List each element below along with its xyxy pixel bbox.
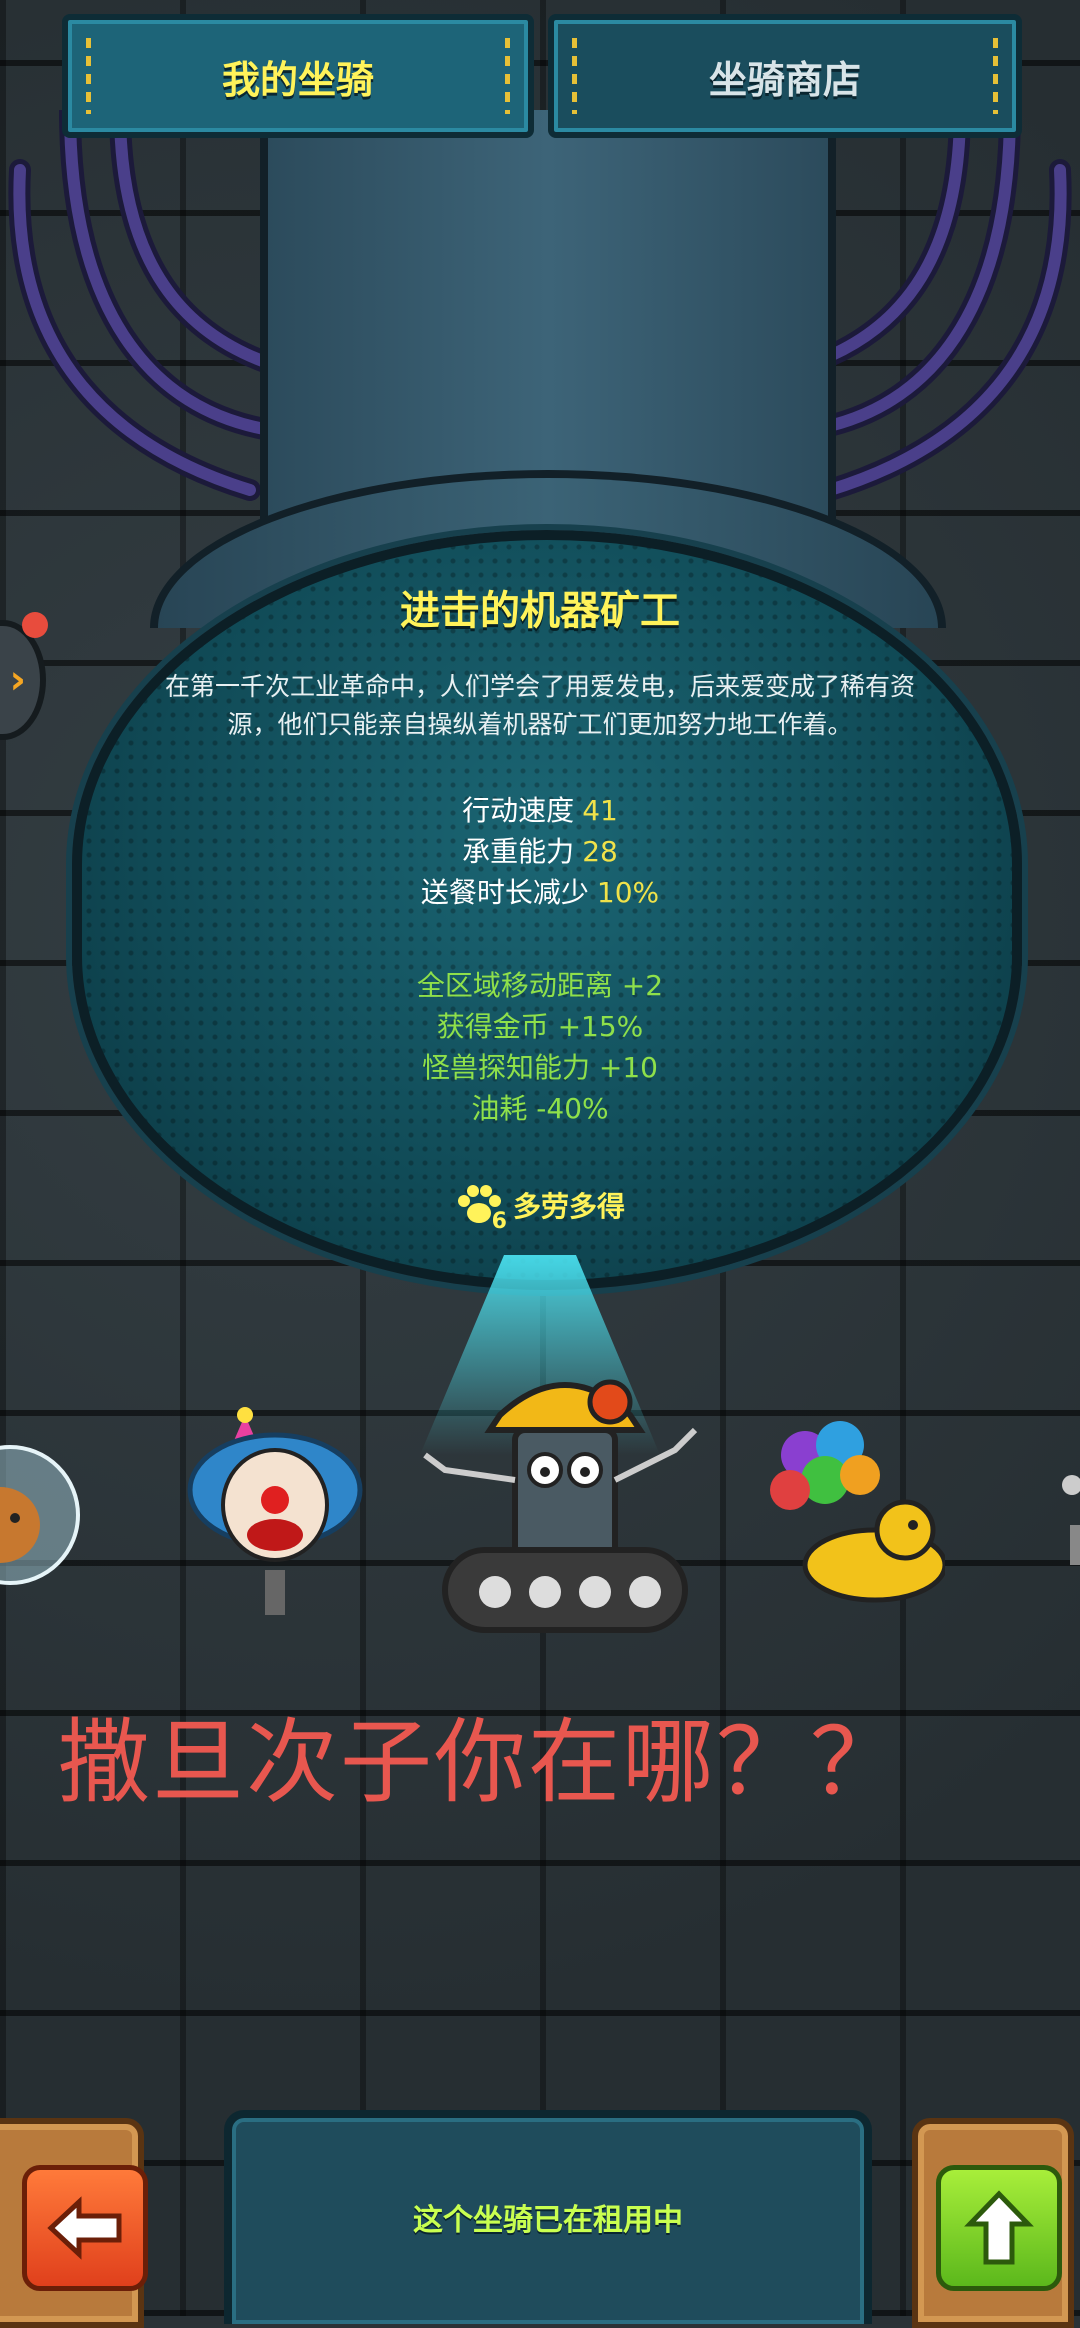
back-button[interactable] <box>22 2165 148 2291</box>
upgrade-button[interactable] <box>936 2165 1062 2291</box>
stat-value: 41 <box>582 794 618 827</box>
stat-row: 行动速度 41 <box>0 790 1080 831</box>
arrow-left-icon <box>47 2196 122 2260</box>
mount-description: 在第一千次工业革命中，人们学会了用爱发电，后来爱变成了稀有资源，他们只能亲自操纵… <box>164 672 915 739</box>
bonus-row: 全区域移动距离 +2 <box>416 969 664 1002</box>
stat-value: 10% <box>596 876 660 909</box>
stat-row: 承重能力 28 <box>0 831 1080 872</box>
mount-bonuses: 全区域移动距离 +2 获得金币 +15% 怪兽探知能力 +10 油耗 -40% <box>0 965 1080 1129</box>
mount-skill[interactable]: 6 多劳多得 <box>0 1182 1080 1234</box>
tab-decoration <box>993 38 998 114</box>
tab-decoration <box>86 38 91 114</box>
tab-my-mounts-label: 我的坐骑 <box>221 57 374 102</box>
chevron-right-icon: › <box>9 657 26 703</box>
mount-stats: 行动速度 41 承重能力 28 送餐时长减少 10% <box>0 790 1080 913</box>
mount-carousel-item-partial[interactable] <box>1050 1465 1080 1585</box>
bonus-row: 获得金币 +15% <box>436 1010 644 1043</box>
stat-value: 28 <box>582 835 618 868</box>
tab-my-mounts[interactable]: 我的坐骑 <box>62 14 534 138</box>
rental-status: 这个坐骑已在租用中 <box>413 2203 683 2238</box>
paw-icon: 6 <box>455 1182 507 1234</box>
user-overlay-caption: 撒旦次子你在哪？？ <box>58 1709 905 1816</box>
mount-carousel-item-balloon-duck[interactable] <box>765 1420 945 1610</box>
tab-decoration <box>505 38 510 114</box>
mount-name: 进击的机器矿工 <box>400 588 680 634</box>
skill-label: 多劳多得 <box>512 1190 625 1223</box>
mount-carousel-item-clown[interactable] <box>185 1405 365 1635</box>
arrow-up-icon <box>964 2190 1034 2265</box>
bonus-row: 油耗 -40% <box>471 1092 609 1125</box>
tab-decoration <box>572 38 577 114</box>
stat-label: 行动速度 <box>462 794 575 827</box>
bonus-row: 怪兽探知能力 +10 <box>422 1051 658 1084</box>
skill-level: 6 <box>491 1209 507 1234</box>
tab-mount-shop[interactable]: 坐骑商店 <box>548 14 1022 138</box>
mount-carousel-item-cat-bubble[interactable] <box>0 1430 80 1600</box>
tab-mount-shop-label: 坐骑商店 <box>708 57 861 102</box>
stat-label: 承重能力 <box>462 835 575 868</box>
stat-row: 送餐时长减少 10% <box>0 872 1080 913</box>
stat-label: 送餐时长减少 <box>420 876 589 909</box>
mount-carousel-item-robot-miner-selected[interactable] <box>405 1360 725 1660</box>
